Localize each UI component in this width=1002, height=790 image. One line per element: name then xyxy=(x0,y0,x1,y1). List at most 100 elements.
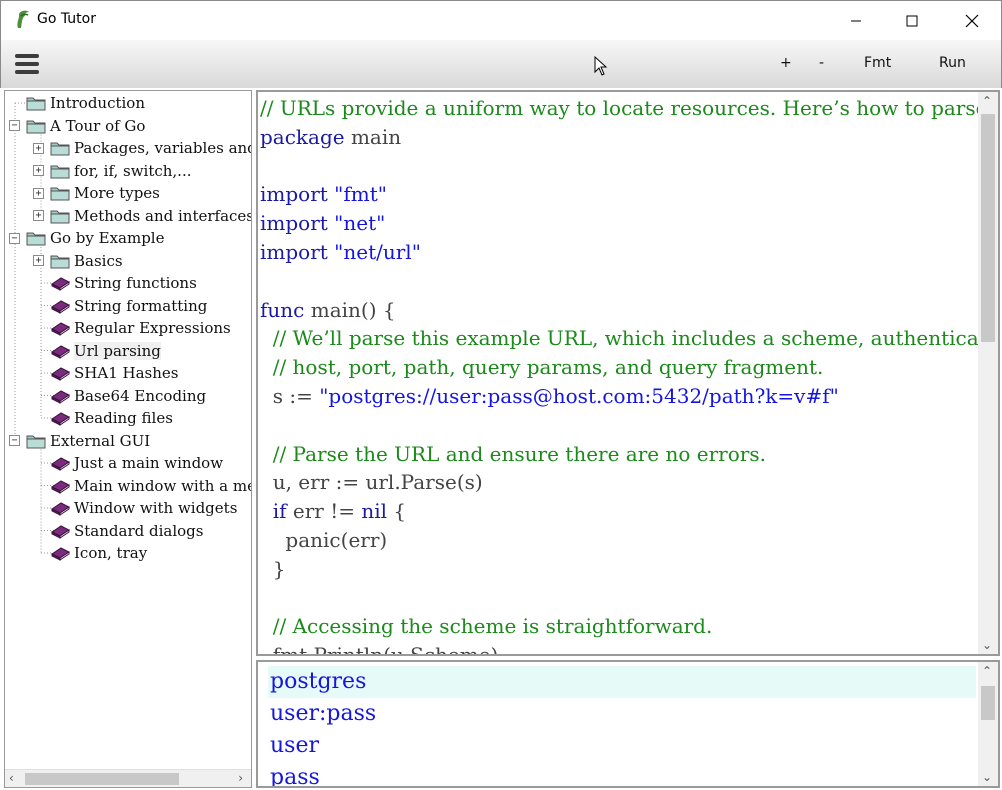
book-icon xyxy=(50,545,70,561)
code-token: u, err := url.Parse(s) xyxy=(260,470,483,495)
folder-icon xyxy=(26,230,46,246)
code-line: package main xyxy=(260,123,401,152)
lesson-tree[interactable]: Introduction − A Tour of Go + Packages, vari… xyxy=(4,90,252,788)
book-icon xyxy=(50,523,70,539)
tree-item[interactable]: + for, if, switch,... xyxy=(33,160,192,182)
tree-item[interactable]: + Basics xyxy=(33,250,123,272)
tree-item[interactable]: − Go by Example xyxy=(9,227,164,249)
code-line: } xyxy=(260,555,286,584)
code-token: main xyxy=(344,124,402,149)
code-token: // Accessing the scheme is straightforwa… xyxy=(272,614,713,639)
book-icon xyxy=(50,410,70,426)
tree-item-label: Just a main window xyxy=(74,454,224,472)
tree-item[interactable]: String functions xyxy=(33,272,197,294)
book-icon xyxy=(50,388,70,404)
scrollbar-thumb[interactable] xyxy=(25,773,179,785)
collapse-icon[interactable]: − xyxy=(9,435,20,446)
tree-item-label: Main window with a me xyxy=(74,476,252,495)
window-title: Go Tutor xyxy=(37,11,96,27)
minimize-button[interactable] xyxy=(833,1,879,41)
tree-item-label: Base64 Encoding xyxy=(74,386,207,405)
output-line: user:pass xyxy=(270,701,377,726)
expand-icon[interactable]: + xyxy=(33,210,44,221)
tree-item[interactable]: SHA1 Hashes xyxy=(33,362,178,384)
expand-icon[interactable]: + xyxy=(33,187,44,199)
zoom-out-button[interactable]: - xyxy=(819,55,824,71)
book-icon xyxy=(50,298,70,314)
output-vertical-scrollbar[interactable]: ⌃ ⌄ xyxy=(978,662,998,786)
tree-item-label: Basics xyxy=(74,251,123,270)
book-icon xyxy=(50,365,70,381)
tree-item-label: External GUI xyxy=(50,431,151,450)
code-token: panic(err) xyxy=(260,528,388,552)
output-line: user xyxy=(270,733,319,758)
tree-horizontal-scrollbar[interactable]: ‹ › xyxy=(5,769,251,787)
code-token: } xyxy=(260,556,286,581)
book-icon xyxy=(50,500,70,516)
scroll-down-icon[interactable]: ⌄ xyxy=(982,638,992,652)
scroll-right-icon[interactable]: › xyxy=(238,771,243,785)
tree-item[interactable]: Url parsing xyxy=(33,340,161,362)
tree-item[interactable]: Regular Expressions xyxy=(33,317,231,339)
scroll-down-icon[interactable]: ⌄ xyxy=(982,770,992,784)
code-token: "net" xyxy=(334,211,386,236)
code-token: // We’ll parse this example URL, which i… xyxy=(272,326,979,351)
gopher-app-icon xyxy=(17,10,29,29)
code-token: if xyxy=(272,499,287,524)
scroll-left-icon[interactable]: ‹ xyxy=(9,771,14,785)
tree-item[interactable]: Just a main window xyxy=(33,452,223,474)
scrollbar-thumb[interactable] xyxy=(981,686,995,720)
output-panel[interactable]: postgres user:pass user pass ⌃ ⌄ xyxy=(256,660,1000,788)
maximize-button[interactable] xyxy=(889,1,935,41)
tree-item[interactable]: Standard dialogs xyxy=(33,520,203,542)
maximize-icon xyxy=(906,15,918,27)
tree-item-label: String formatting xyxy=(74,296,208,315)
tree-item[interactable]: − A Tour of Go xyxy=(9,115,145,137)
tree-item[interactable]: + More types xyxy=(33,182,160,204)
hamburger-menu-icon[interactable] xyxy=(15,54,39,74)
code-token: func xyxy=(260,297,305,322)
scrollbar-thumb[interactable] xyxy=(981,114,995,342)
tree-item[interactable]: Introduction xyxy=(9,92,145,114)
expand-icon[interactable]: + xyxy=(33,255,44,266)
code-line: import "net/url" xyxy=(260,238,421,267)
book-icon xyxy=(50,343,70,359)
tree-item[interactable]: + Packages, variables and xyxy=(33,137,251,159)
code-line: fmt.Println(u.Scheme) xyxy=(260,641,499,654)
code-line: func main() { xyxy=(260,296,396,325)
run-button[interactable]: Run xyxy=(939,55,966,71)
tree-item-label: Regular Expressions xyxy=(74,319,231,337)
code-editor[interactable]: // URLs provide a uniform way to locate … xyxy=(256,90,1000,656)
tree-item[interactable]: Reading files xyxy=(33,407,173,429)
tree-item[interactable]: Base64 Encoding xyxy=(33,385,206,407)
tree-item[interactable]: Main window with a me xyxy=(33,475,252,497)
code-token: { xyxy=(387,499,407,524)
code-vertical-scrollbar[interactable]: ⌃ ⌄ xyxy=(978,92,998,654)
tree-item[interactable]: Window with widgets xyxy=(33,497,237,519)
folder-icon xyxy=(50,185,70,201)
tree-item[interactable]: Icon, tray xyxy=(33,542,147,564)
format-button[interactable]: Fmt xyxy=(864,55,891,71)
collapse-icon[interactable]: − xyxy=(9,120,20,131)
code-token: "net/url" xyxy=(334,240,421,264)
zoom-in-button[interactable]: + xyxy=(780,55,792,71)
tree-item-label: SHA1 Hashes xyxy=(74,364,179,382)
close-button[interactable] xyxy=(949,1,995,41)
tree-item[interactable]: + Methods and interfaces xyxy=(33,205,251,227)
code-line: // Parse the URL and ensure there are no… xyxy=(260,440,766,469)
scroll-up-icon[interactable]: ⌃ xyxy=(982,664,992,678)
expand-icon[interactable]: + xyxy=(33,142,44,154)
scroll-up-icon[interactable]: ⌃ xyxy=(982,94,992,108)
tree-item[interactable]: String formatting xyxy=(33,295,207,317)
code-token: "postgres://user:pass@host.com:5432/path… xyxy=(319,384,839,408)
tree-item-label: More types xyxy=(74,184,160,202)
collapse-icon[interactable]: − xyxy=(9,232,20,244)
expand-icon[interactable]: + xyxy=(33,165,44,176)
code-token: s := xyxy=(260,384,320,408)
code-line: panic(err) xyxy=(260,526,387,555)
tree-item-label: Reading files xyxy=(74,409,173,427)
tree-item[interactable]: − External GUI xyxy=(9,430,150,452)
